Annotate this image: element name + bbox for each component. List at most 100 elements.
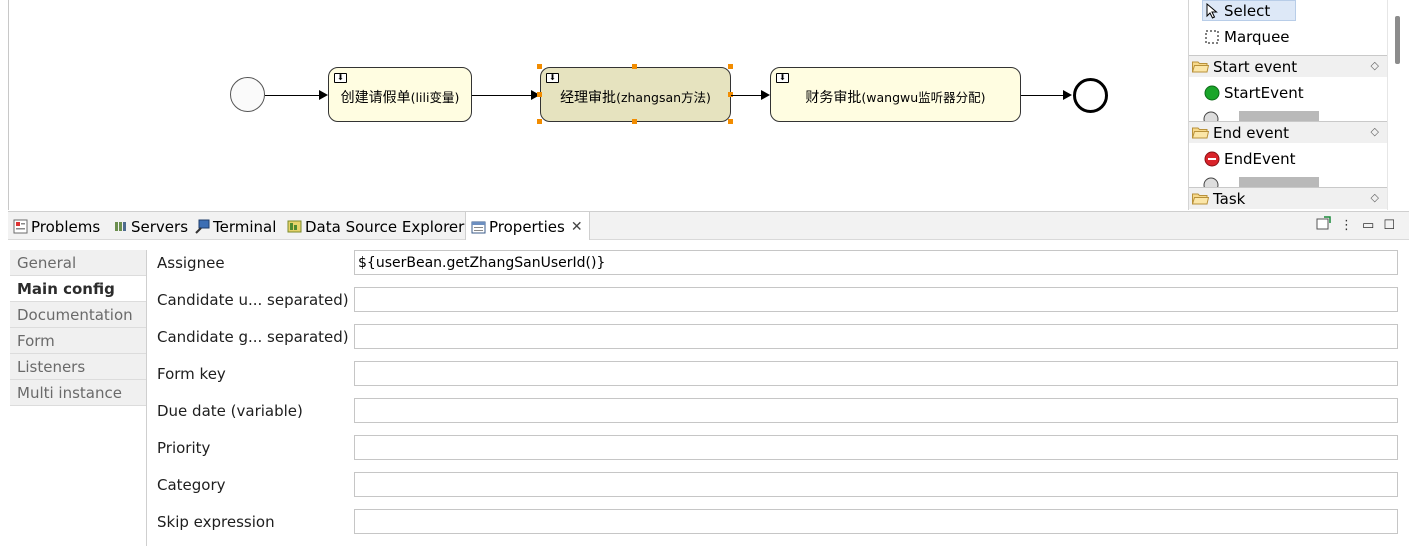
palette-item-partially-hidden	[1203, 111, 1319, 121]
field-label: Skip expression	[157, 513, 275, 531]
candidate-users-field[interactable]	[354, 287, 1398, 312]
servers-icon	[112, 219, 128, 235]
end-event-node[interactable]	[1073, 78, 1108, 113]
field-row-category: Category	[155, 472, 1405, 498]
flow-arrowhead	[1063, 90, 1072, 100]
terminal-icon	[194, 219, 210, 235]
properties-icon	[470, 219, 486, 235]
task-finance-approval[interactable]: ⬇ 财务审批(wangwu监听器分配)	[770, 67, 1021, 122]
view-tab-bar: Problems Servers Terminal Data Source Ex…	[8, 211, 1409, 242]
section-documentation[interactable]: Documentation	[10, 302, 146, 328]
flow-arrowhead	[761, 90, 770, 100]
section-multi-instance[interactable]: Multi instance	[10, 380, 146, 406]
task-create-leave[interactable]: ⬇ 创建请假单(lili变量)	[328, 67, 472, 122]
priority-field[interactable]	[354, 435, 1398, 460]
property-sections: General Main config Documentation Form L…	[10, 250, 147, 546]
task-manager-approval[interactable]: ⬇ 经理审批(zhangsan方法)	[540, 67, 731, 122]
resize-handle[interactable]	[728, 64, 733, 69]
category-field[interactable]	[354, 472, 1398, 497]
resize-handle[interactable]	[728, 119, 733, 124]
field-row-priority: Priority	[155, 435, 1405, 461]
section-listeners[interactable]: Listeners	[10, 354, 146, 380]
section-form[interactable]: Form	[10, 328, 146, 354]
minimize-icon[interactable]: ▭	[1362, 218, 1374, 233]
tab-servers[interactable]: Servers	[112, 212, 188, 241]
palette-item-label: StartEvent	[1224, 84, 1304, 102]
assignee-field[interactable]	[354, 250, 1398, 275]
properties-view: General Main config Documentation Form L…	[8, 240, 1409, 546]
resize-handle[interactable]	[632, 119, 637, 124]
tab-label: Properties	[489, 218, 565, 236]
scrollbar-thumb[interactable]	[1395, 16, 1400, 64]
skip-expression-field[interactable]	[354, 509, 1398, 534]
tab-label: Data Source Explorer	[305, 217, 465, 236]
resize-handle[interactable]	[632, 64, 637, 69]
sequence-flow[interactable]	[265, 95, 320, 96]
sequence-flow[interactable]	[731, 95, 762, 96]
flow-arrowhead	[319, 90, 328, 100]
resize-handle[interactable]	[537, 119, 542, 124]
folder-icon	[1192, 193, 1209, 205]
diagram-canvas[interactable]: ⬇ 创建请假单(lili变量) ⬇ 经理审批(zhangsan方法) ⬇ 财务审…	[0, 0, 1188, 210]
palette-group-label: Start event	[1213, 57, 1298, 76]
collapse-icon[interactable]: ◇	[1371, 125, 1379, 138]
data-source-icon	[286, 219, 302, 235]
palette-item-label: EndEvent	[1224, 150, 1296, 168]
error-event-icon	[1203, 177, 1219, 187]
palette-tool-select[interactable]: Select	[1203, 0, 1270, 22]
palette-group-task[interactable]: Task ◇	[1189, 187, 1387, 209]
form-key-field[interactable]	[354, 361, 1398, 386]
due-date-field[interactable]	[354, 398, 1398, 423]
resize-handle[interactable]	[537, 64, 542, 69]
field-label: Priority	[157, 439, 211, 457]
pin-view-icon[interactable]	[1316, 216, 1331, 234]
sequence-flow[interactable]	[472, 95, 532, 96]
red-stop-icon	[1203, 151, 1220, 168]
palette-item-end-event[interactable]: EndEvent	[1203, 148, 1295, 170]
user-task-icon: ⬇	[334, 73, 347, 83]
green-circle-icon	[1203, 85, 1220, 102]
start-event-node[interactable]	[230, 77, 265, 112]
collapse-icon[interactable]: ◇	[1371, 59, 1379, 72]
section-general[interactable]: General	[10, 250, 146, 276]
sequence-flow[interactable]	[1021, 95, 1064, 96]
field-row-assignee: Assignee	[155, 250, 1405, 276]
tooltip-fragment	[1239, 111, 1319, 121]
maximize-icon[interactable]: ☐	[1383, 218, 1395, 233]
palette-group-start-event[interactable]: Start event ◇	[1189, 55, 1387, 77]
folder-icon	[1192, 127, 1209, 139]
editor-window: ⬇ 创建请假单(lili变量) ⬇ 经理审批(zhangsan方法) ⬇ 财务审…	[0, 0, 1409, 546]
candidate-groups-field[interactable]	[354, 324, 1398, 349]
folder-icon	[1192, 61, 1209, 73]
field-row-form-key: Form key	[155, 361, 1405, 387]
close-icon[interactable]: ✕	[571, 219, 583, 235]
collapse-icon[interactable]: ◇	[1371, 191, 1379, 204]
palette-group-end-event[interactable]: End event ◇	[1189, 121, 1387, 143]
field-label: Candidate u... separated)	[157, 291, 349, 309]
tab-properties[interactable]: Properties ✕	[465, 212, 590, 242]
tab-data-source-explorer[interactable]: Data Source Explorer	[286, 212, 464, 241]
tab-terminal[interactable]: Terminal	[194, 212, 276, 241]
task-label-suffix: (zhangsan方法)	[616, 89, 711, 105]
canvas-border	[8, 0, 9, 210]
task-label: 创建请假单	[340, 89, 411, 106]
arrow-cursor-icon	[1203, 3, 1220, 20]
field-row-candidate-groups: Candidate g... separated)	[155, 324, 1405, 350]
user-task-icon: ⬇	[776, 73, 789, 83]
palette-item-partially-hidden	[1203, 177, 1319, 187]
timer-icon	[1203, 111, 1219, 121]
task-label-suffix: (lili变量)	[410, 89, 460, 105]
resize-handle[interactable]	[537, 92, 542, 97]
section-main-config[interactable]: Main config	[10, 276, 146, 302]
palette-scrollbar[interactable]	[1387, 0, 1409, 210]
marquee-icon	[1203, 29, 1220, 46]
field-label: Due date (variable)	[157, 402, 303, 420]
tab-label: Servers	[131, 217, 189, 236]
view-toolbar: ⋮ ▭ ☐	[1316, 216, 1395, 234]
palette-tool-marquee[interactable]: Marquee	[1203, 26, 1290, 48]
tab-problems[interactable]: Problems	[12, 212, 100, 241]
view-menu-icon[interactable]: ⋮	[1340, 218, 1353, 233]
tooltip-fragment	[1239, 177, 1319, 187]
tab-label: Problems	[31, 217, 101, 236]
palette-item-start-event[interactable]: StartEvent	[1203, 82, 1304, 104]
